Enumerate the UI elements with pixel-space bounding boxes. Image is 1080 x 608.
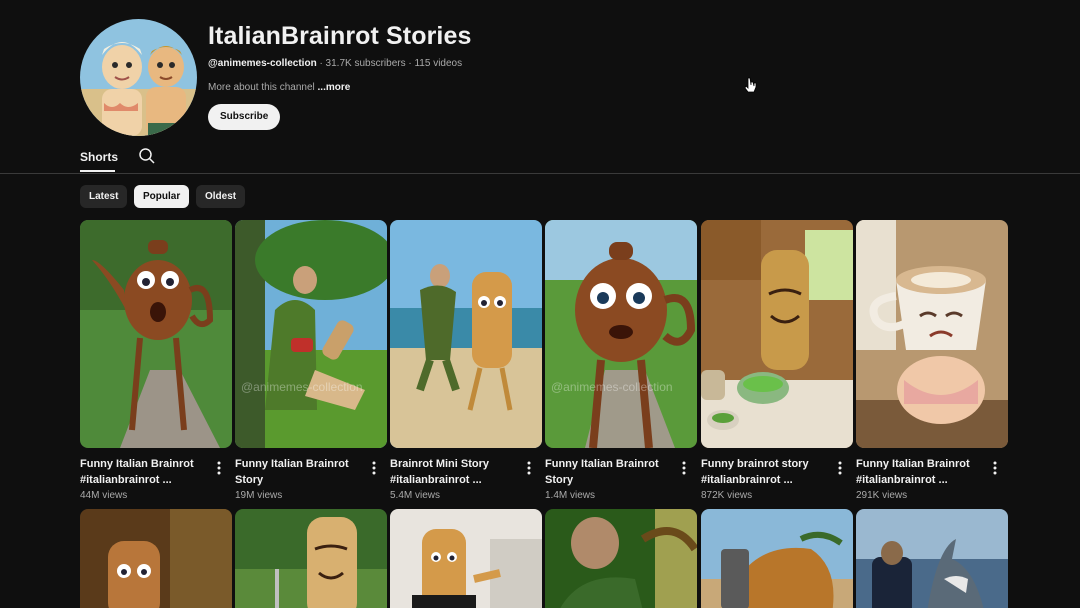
short-thumbnail[interactable] (80, 220, 232, 448)
short-views: 44M views (80, 490, 128, 501)
search-icon[interactable] (138, 147, 156, 165)
chip-oldest[interactable]: Oldest (196, 185, 246, 208)
short-views: 1.4M views (545, 490, 596, 501)
short-thumbnail[interactable]: @animemes-collection (235, 220, 387, 448)
short-thumbnail[interactable] (701, 220, 853, 448)
short-views: 291K views (856, 490, 908, 501)
short-card[interactable]: Funny Italian Brainrot #italianbrainrot … (80, 220, 232, 501)
short-views: 872K views (701, 490, 753, 501)
tab-divider (0, 173, 1080, 174)
short-title[interactable]: Funny Italian Brainrot Story (545, 456, 673, 488)
more-vert-icon[interactable] (524, 460, 534, 476)
short-card[interactable]: Funny Italian Brainrot #italianbrainrot … (856, 220, 1008, 501)
short-thumbnail[interactable] (856, 509, 1008, 608)
watermark: @animemes-collection (241, 380, 363, 394)
more-vert-icon[interactable] (369, 460, 379, 476)
channel-meta: @animemes-collection · 31.7K subscribers… (208, 58, 462, 69)
short-thumbnail[interactable]: @animemes-collection (545, 220, 697, 448)
about-text: More about this channel (208, 82, 318, 93)
more-vert-icon[interactable] (679, 460, 689, 476)
short-thumbnail[interactable] (701, 509, 853, 608)
short-title[interactable]: Funny brainrot story #italianbrainrot ..… (701, 456, 829, 488)
short-title[interactable]: Funny Italian Brainrot #italianbrainrot … (856, 456, 984, 488)
short-title[interactable]: Funny Italian Brainrot Story (235, 456, 363, 488)
channel-stats: · 31.7K subscribers · 115 videos (316, 58, 463, 69)
more-vert-icon[interactable] (214, 460, 224, 476)
short-thumbnail[interactable] (235, 509, 387, 608)
short-thumbnail[interactable] (545, 509, 697, 608)
tab-shorts[interactable]: Shorts (80, 150, 118, 164)
short-card[interactable]: Funny brainrot story #italianbrainrot ..… (701, 220, 853, 501)
short-thumbnail[interactable] (390, 220, 542, 448)
subscribe-button[interactable]: Subscribe (208, 104, 281, 130)
short-views: 19M views (235, 490, 283, 501)
tab-active-indicator (80, 170, 115, 172)
short-card[interactable]: @animemes-collection Funny Italian Brain… (235, 220, 387, 501)
channel-about-link[interactable]: More about this channel ...more (208, 82, 350, 93)
watermark: @animemes-collection (551, 380, 673, 394)
short-card[interactable]: @animemes-collection Funny Italian Brain… (545, 220, 697, 501)
short-thumbnail[interactable] (80, 509, 232, 608)
short-views: 5.4M views (390, 490, 441, 501)
mouse-pointer-icon (744, 77, 757, 95)
short-title[interactable]: Funny Italian Brainrot #italianbrainrot … (80, 456, 208, 488)
channel-handle: @animemes-collection (208, 58, 317, 69)
chip-latest[interactable]: Latest (80, 185, 128, 208)
channel-title: ItalianBrainrot Stories (208, 22, 472, 50)
more-vert-icon[interactable] (835, 460, 845, 476)
short-title[interactable]: Brainrot Mini Story #italianbrainrot ... (390, 456, 518, 488)
short-thumbnail[interactable] (856, 220, 1008, 448)
short-thumbnail[interactable] (390, 509, 542, 608)
chip-popular[interactable]: Popular (134, 185, 190, 208)
more-vert-icon[interactable] (990, 460, 1000, 476)
short-card[interactable]: Brainrot Mini Story #italianbrainrot ...… (390, 220, 542, 501)
channel-avatar[interactable] (80, 19, 197, 136)
about-more-link[interactable]: ...more (318, 82, 351, 93)
